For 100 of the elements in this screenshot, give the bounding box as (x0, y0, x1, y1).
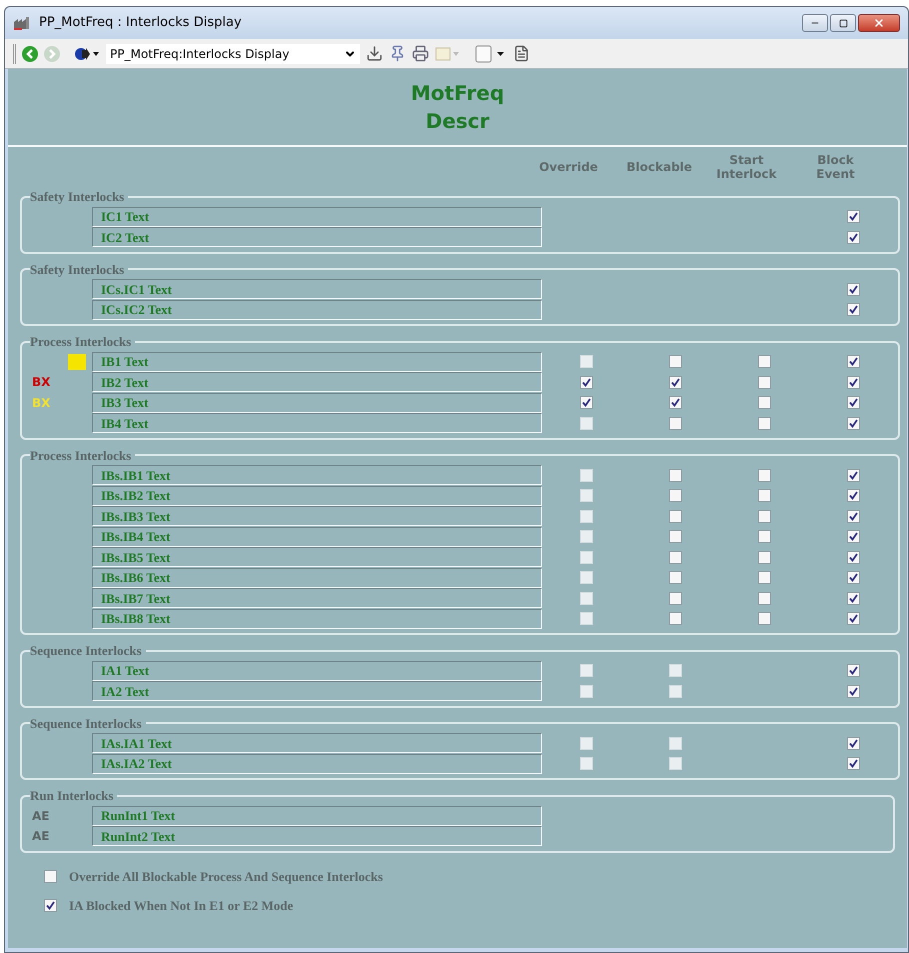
checkbox[interactable] (669, 355, 682, 368)
interlock-text: IBs.IB8 Text (92, 608, 542, 629)
printer-icon[interactable] (412, 45, 429, 62)
checkbox[interactable] (847, 416, 860, 430)
interlock-text: IBs.IB3 Text (92, 506, 542, 526)
download-icon[interactable] (366, 45, 383, 62)
check-icon (849, 512, 858, 521)
navigation-icon[interactable] (74, 46, 100, 62)
interlock-text: IAs.IA2 Text (92, 754, 542, 774)
checkbox[interactable] (847, 376, 860, 389)
checkbox[interactable] (758, 468, 771, 482)
check-icon (671, 378, 680, 387)
checkbox[interactable] (758, 550, 771, 564)
pin-icon[interactable] (389, 45, 406, 62)
checkbox[interactable] (758, 396, 771, 410)
checkbox[interactable] (847, 592, 860, 605)
check-icon (849, 357, 858, 366)
checkbox[interactable] (847, 550, 860, 564)
column-header: Override (538, 160, 599, 174)
back-icon[interactable] (22, 46, 38, 62)
check-icon (46, 901, 55, 910)
checkbox[interactable] (847, 571, 860, 584)
check-icon (849, 573, 858, 582)
checkbox[interactable] (758, 571, 771, 584)
check-icon (849, 666, 858, 676)
check-icon (849, 398, 858, 408)
checkbox[interactable] (669, 396, 682, 410)
checkbox[interactable] (669, 416, 682, 430)
checkbox[interactable] (847, 757, 860, 770)
interlock-text: IB4 Text (92, 413, 542, 434)
checkbox[interactable] (847, 282, 860, 296)
status-tag: AE (32, 806, 50, 825)
checkbox[interactable] (847, 684, 860, 698)
group-label: Sequence Interlocks (30, 642, 143, 660)
checkbox[interactable] (669, 530, 682, 544)
checkbox[interactable] (847, 230, 860, 244)
check-icon (849, 305, 858, 314)
checkbox[interactable] (847, 355, 860, 368)
check-icon (849, 759, 858, 768)
factory-icon (13, 16, 31, 30)
page-icon[interactable] (475, 44, 507, 62)
checkbox[interactable] (847, 303, 860, 316)
check-icon (849, 532, 858, 542)
checkbox[interactable] (669, 510, 682, 523)
maximize-button[interactable] (830, 14, 856, 32)
interlock-text: IA2 Text (92, 681, 542, 702)
check-icon (849, 738, 858, 748)
interlock-text: RunInt1 Text (92, 806, 542, 826)
checkbox[interactable] (847, 396, 860, 410)
forward-icon[interactable] (44, 46, 60, 62)
group-label: Safety Interlocks (30, 188, 126, 206)
checkbox[interactable] (44, 870, 57, 883)
interlock-text: IC1 Text (92, 206, 542, 227)
interlock-text: RunInt2 Text (92, 826, 542, 846)
checkbox[interactable] (758, 510, 771, 523)
checkbox[interactable] (669, 571, 682, 584)
checkbox[interactable] (758, 592, 771, 605)
checkbox[interactable] (847, 664, 860, 678)
header-subtitle: Descr (426, 108, 490, 135)
interlock-text: IBs.IB1 Text (92, 465, 542, 486)
interlock-text: IBs.IB7 Text (92, 588, 542, 608)
checkbox[interactable] (669, 592, 682, 605)
checkbox[interactable] (847, 210, 860, 224)
checkbox[interactable] (847, 468, 860, 482)
document-icon[interactable] (513, 45, 530, 62)
minimize-button[interactable] (802, 14, 828, 32)
status-tag: AE (32, 827, 50, 846)
checkbox[interactable] (758, 612, 771, 626)
checkbox[interactable] (669, 376, 682, 389)
checkbox[interactable] (847, 530, 860, 544)
checkbox[interactable] (758, 355, 771, 368)
check-icon (849, 378, 858, 387)
checkbox[interactable] (580, 396, 593, 410)
check-icon (849, 418, 858, 428)
checkbox[interactable] (758, 489, 771, 502)
checkbox[interactable] (758, 376, 771, 389)
checkbox[interactable] (847, 510, 860, 523)
checkbox[interactable] (847, 736, 860, 750)
disabled-tool-icon (435, 46, 461, 62)
address-combo[interactable]: PP_MotFreq:Interlocks Display (106, 44, 360, 64)
checkbox[interactable] (580, 376, 593, 389)
interlock-text: ICs.IC2 Text (92, 300, 542, 320)
group-label: Process Interlocks (30, 446, 132, 464)
status-tag: BX (32, 394, 50, 412)
checkbox[interactable] (758, 530, 771, 544)
group-label: Safety Interlocks (30, 260, 126, 279)
checkbox[interactable] (847, 489, 860, 502)
close-button[interactable] (858, 14, 900, 32)
checkbox[interactable] (847, 612, 860, 626)
check-icon (849, 232, 858, 242)
checkbox[interactable] (669, 612, 682, 626)
checkbox[interactable] (669, 489, 682, 502)
checkbox[interactable] (758, 416, 771, 430)
checkbox[interactable] (669, 468, 682, 482)
check-icon (582, 378, 591, 387)
interlock-text: IBs.IB6 Text (92, 568, 542, 588)
check-icon (849, 686, 858, 696)
checkbox[interactable] (44, 899, 57, 912)
checkbox[interactable] (669, 550, 682, 564)
check-icon (582, 398, 591, 408)
